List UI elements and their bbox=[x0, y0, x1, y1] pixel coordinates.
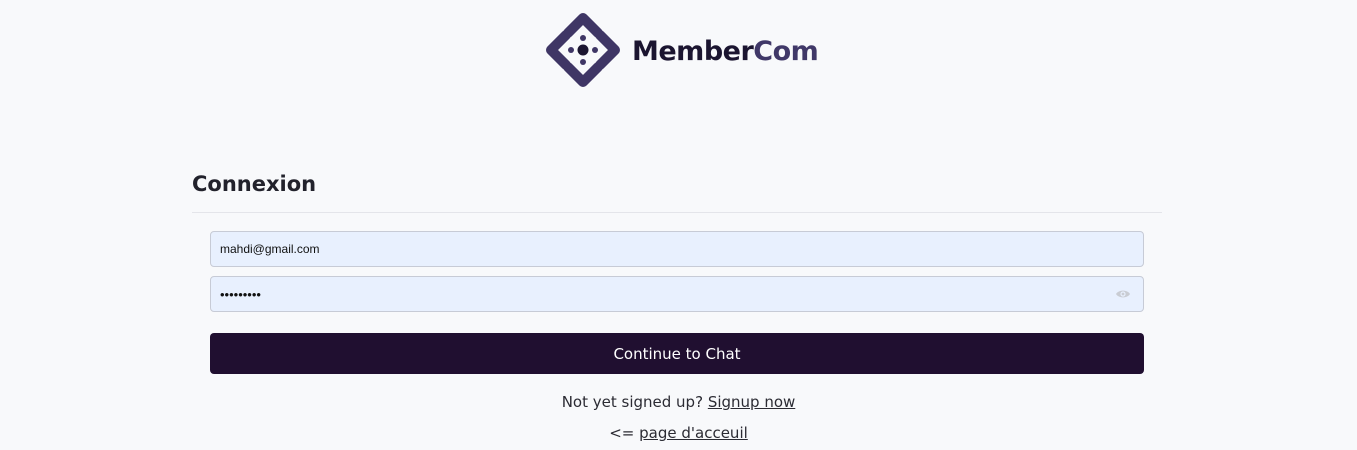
brand-name: MemberCom bbox=[632, 35, 819, 67]
email-field-container bbox=[210, 231, 1144, 267]
home-link-line: <= page d'acceuil bbox=[0, 424, 1357, 442]
email-field[interactable] bbox=[211, 232, 1143, 266]
title-divider bbox=[192, 212, 1162, 213]
brand-name-part2: Com bbox=[753, 35, 819, 67]
diamond-logo-icon bbox=[546, 13, 620, 87]
home-page-link[interactable]: page d'acceuil bbox=[639, 424, 748, 442]
brand-logo[interactable]: MemberCom bbox=[544, 11, 819, 89]
login-page: MemberCom Connexion Continue to Chat Not… bbox=[0, 0, 1357, 450]
password-field[interactable] bbox=[211, 277, 1143, 311]
page-title: Connexion bbox=[192, 172, 317, 196]
back-arrow-text: <= bbox=[609, 424, 635, 442]
brand-name-part1: Member bbox=[632, 35, 754, 67]
signup-link[interactable]: Signup now bbox=[708, 393, 795, 411]
eye-icon[interactable] bbox=[1115, 287, 1131, 301]
signup-prompt-text: Not yet signed up? bbox=[561, 393, 704, 411]
signup-prompt-line: Not yet signed up? Signup now bbox=[0, 393, 1357, 411]
continue-to-chat-button[interactable]: Continue to Chat bbox=[210, 333, 1144, 374]
password-field-container bbox=[210, 276, 1144, 312]
